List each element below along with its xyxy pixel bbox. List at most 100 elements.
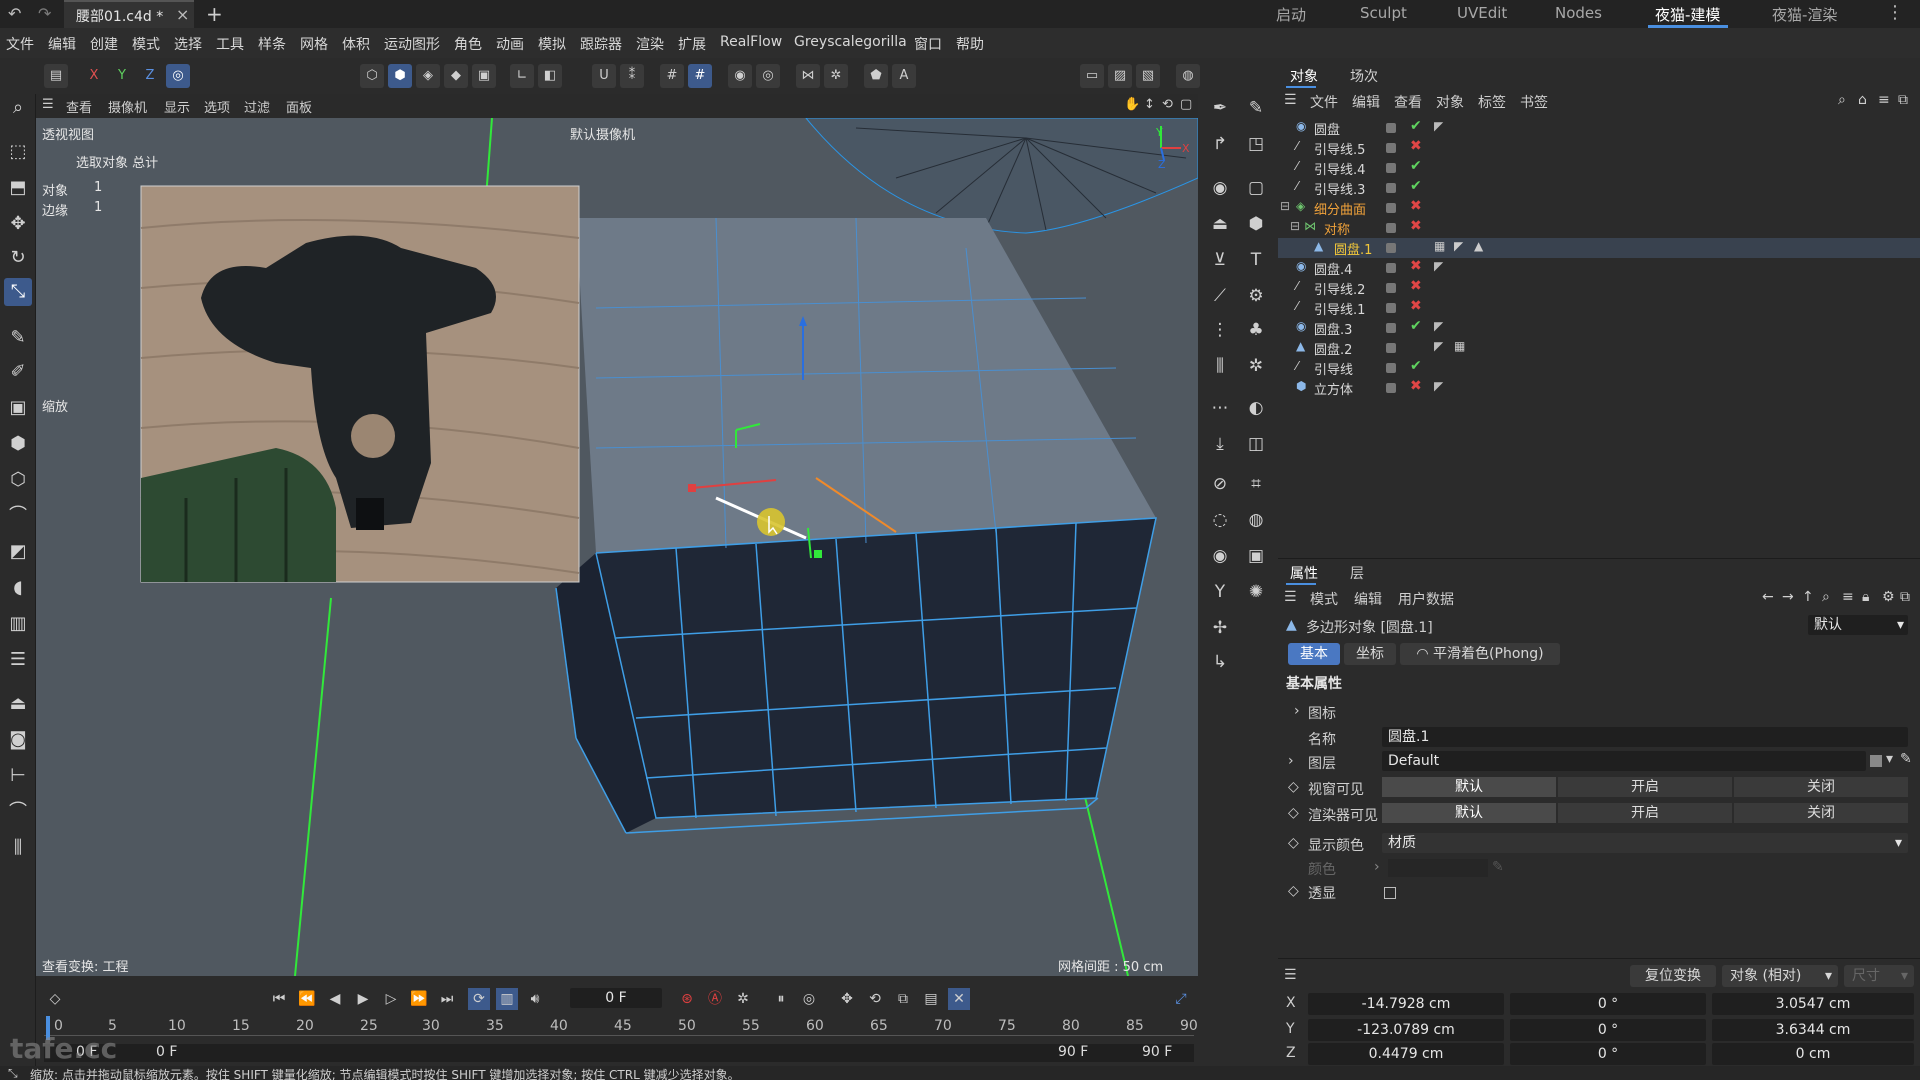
rotation-z-field[interactable]: 0 ° bbox=[1510, 1043, 1706, 1065]
size-mode-dropdown[interactable]: 尺寸 ▾ bbox=[1844, 965, 1914, 987]
workplane-icon[interactable]: ◉ bbox=[728, 64, 752, 88]
edit-icon[interactable]: ✎ bbox=[1900, 751, 1912, 767]
menu-simulate[interactable]: 模拟 bbox=[538, 34, 566, 54]
cube-icon[interactable]: ⬢ bbox=[1242, 210, 1270, 238]
iron-icon[interactable]: ⏏ bbox=[4, 690, 32, 718]
layer-color-swatch[interactable] bbox=[1870, 755, 1882, 767]
z-axis-lock[interactable]: Z bbox=[138, 64, 162, 88]
next-key-icon[interactable]: ⏩ bbox=[408, 988, 430, 1010]
menu-volume[interactable]: 体积 bbox=[342, 34, 370, 54]
hide-icon[interactable]: ◌ bbox=[1206, 506, 1234, 534]
rotate-icon[interactable]: ↻ bbox=[4, 244, 32, 272]
layout-tab-active[interactable]: 夜猫-建模 bbox=[1655, 4, 1720, 25]
edge-mode-icon[interactable]: ◆ bbox=[444, 64, 468, 88]
sweep-icon[interactable]: ⊻ bbox=[1206, 246, 1234, 274]
attr-menu-mode[interactable]: 模式 bbox=[1310, 589, 1338, 609]
extrude-generator-icon[interactable]: ⏏ bbox=[1206, 210, 1234, 238]
keyframe-selection-icon[interactable]: ✲ bbox=[732, 988, 754, 1010]
goto-start-icon[interactable]: ⏮ bbox=[268, 988, 290, 1010]
range-end-b[interactable]: 90 F bbox=[1142, 1044, 1172, 1060]
tag-icon[interactable]: ◤ bbox=[1434, 319, 1443, 333]
name-field[interactable]: 圆盘.1 bbox=[1382, 727, 1908, 747]
sound-icon[interactable]: 🔊︎ bbox=[524, 988, 546, 1010]
animate-diamond-icon[interactable]: ◇ bbox=[1288, 883, 1299, 899]
viewport-menu-camera[interactable]: 摄像机 bbox=[108, 97, 147, 116]
expand-arrow-icon[interactable]: › bbox=[1374, 859, 1380, 875]
object-row[interactable]: ⁄ 引导线.1 ✖ bbox=[1278, 298, 1920, 318]
maximize-icon[interactable]: ▢ bbox=[1180, 97, 1192, 112]
locked-workplane-icon[interactable]: ◎ bbox=[756, 64, 780, 88]
goto-end-icon[interactable]: ⏭ bbox=[436, 988, 458, 1010]
layer-dot[interactable] bbox=[1386, 343, 1396, 353]
objects-menu-object[interactable]: 对象 bbox=[1436, 92, 1464, 112]
lock-icon[interactable]: 🔒︎ bbox=[1862, 589, 1869, 605]
symmetry-tool-icon[interactable]: ⋈ bbox=[796, 64, 820, 88]
menu-tracker[interactable]: 跟踪器 bbox=[580, 34, 622, 54]
document-tab[interactable]: 腰部01.c4d * × bbox=[64, 0, 194, 28]
object-row[interactable]: ⁄ 引导线.5 ✖ bbox=[1278, 138, 1920, 158]
magnet-tool-icon[interactable]: ◖ bbox=[4, 574, 32, 602]
menu-animate[interactable]: 动画 bbox=[496, 34, 524, 54]
key-pla-icon[interactable]: ⧉ bbox=[892, 988, 914, 1010]
disabled-x-icon[interactable]: ✖ bbox=[1410, 298, 1422, 314]
x-axis-lock[interactable]: X bbox=[82, 64, 106, 88]
range-start-b[interactable]: 0 F bbox=[156, 1044, 177, 1060]
layer-dot[interactable] bbox=[1386, 283, 1396, 293]
objects-menu-file[interactable]: 文件 bbox=[1310, 92, 1338, 112]
expand-arrow-icon[interactable]: › bbox=[1288, 753, 1294, 769]
range-end-a[interactable]: 90 F bbox=[1058, 1044, 1088, 1060]
menu-edit[interactable]: 编辑 bbox=[48, 34, 76, 54]
object-row[interactable]: ▲ 圆盘.2 ◤ ▦ bbox=[1278, 338, 1920, 358]
viewport-menu-panel[interactable]: 面板 bbox=[286, 97, 312, 116]
display-color-dropdown[interactable]: 材质 ▾ bbox=[1382, 833, 1908, 853]
disabled-x-icon[interactable]: ✖ bbox=[1410, 138, 1422, 154]
viewport-menu-options[interactable]: 选项 bbox=[204, 97, 230, 116]
magnet-icon[interactable]: U bbox=[592, 64, 616, 88]
tag-icon[interactable]: ◤ bbox=[1454, 239, 1463, 253]
rotation-x-field[interactable]: 0 ° bbox=[1510, 993, 1706, 1015]
move-icon[interactable]: ✥ bbox=[4, 210, 32, 238]
inner-extrude-icon[interactable]: ⬡ bbox=[4, 466, 32, 494]
tag-icon[interactable]: ◤ bbox=[1434, 379, 1443, 393]
stitch-icon[interactable]: ⌒ bbox=[4, 798, 32, 826]
range-bar[interactable] bbox=[44, 1044, 1194, 1062]
snap-icon[interactable]: # bbox=[688, 64, 712, 88]
enabled-check-icon[interactable]: ✔ bbox=[1410, 118, 1422, 134]
object-row-selected[interactable]: ▲ 圆盘.1 ▦ ◤ ▲ bbox=[1278, 238, 1920, 258]
render-region-icon[interactable]: ▭ bbox=[1080, 64, 1104, 88]
collapse-icon[interactable]: ⊟ bbox=[1290, 219, 1300, 233]
enabled-check-icon[interactable]: ✔ bbox=[1410, 158, 1422, 174]
disabled-x-icon[interactable]: ✖ bbox=[1410, 378, 1422, 394]
viewport-menu-view[interactable]: 查看 bbox=[66, 97, 92, 116]
measure-icon[interactable]: Y bbox=[1206, 578, 1234, 606]
new-window-icon[interactable]: ⧉ bbox=[1900, 589, 1910, 605]
loop-icon[interactable]: ⟳ bbox=[468, 988, 490, 1010]
preset-dropdown[interactable]: 默认 ▾ bbox=[1808, 615, 1908, 635]
rectangle-selection-icon[interactable]: ⬒ bbox=[4, 174, 32, 202]
bridge-icon[interactable]: ⌒ bbox=[4, 502, 32, 530]
pan-icon[interactable]: ✋ bbox=[1124, 97, 1140, 112]
home-icon[interactable]: ⌂ bbox=[1858, 92, 1867, 108]
filter-icon[interactable]: ≡ bbox=[1878, 92, 1890, 108]
disabled-x-icon[interactable]: ✖ bbox=[1410, 218, 1422, 234]
objects-menu-tags[interactable]: 标签 bbox=[1478, 92, 1506, 112]
knife-icon[interactable]: ✐ bbox=[4, 358, 32, 386]
forward-arrow-icon[interactable]: → bbox=[1782, 589, 1794, 605]
loop-cut-icon[interactable]: ▥ bbox=[4, 610, 32, 638]
menu-mode[interactable]: 模式 bbox=[132, 34, 160, 54]
render-visible-off[interactable]: 关闭 bbox=[1734, 803, 1908, 823]
menu-spline[interactable]: 样条 bbox=[258, 34, 286, 54]
render-settings-icon[interactable]: A bbox=[892, 64, 916, 88]
key-position-icon[interactable]: ⏸ bbox=[770, 988, 792, 1010]
play-icon[interactable]: ▶ bbox=[352, 988, 374, 1010]
visibility-off-icon[interactable]: ⊘ bbox=[1206, 470, 1234, 498]
object-row[interactable]: ⊟ ⋈ 对称 ✖ bbox=[1278, 218, 1920, 238]
tab-coordinates[interactable]: 坐标 bbox=[1344, 643, 1396, 665]
tab-phong[interactable]: ◠ 平滑着色(Phong) bbox=[1400, 643, 1560, 665]
polygon-selection-tag-icon[interactable]: ▲ bbox=[1474, 239, 1483, 253]
color-field[interactable] bbox=[1388, 859, 1488, 877]
layout-tab[interactable]: 启动 bbox=[1276, 4, 1306, 25]
render-queue-icon[interactable]: ▧ bbox=[1136, 64, 1160, 88]
tag-icon[interactable]: ⌗ bbox=[1242, 470, 1270, 498]
coordinate-system-icon[interactable]: ◎ bbox=[166, 64, 190, 88]
